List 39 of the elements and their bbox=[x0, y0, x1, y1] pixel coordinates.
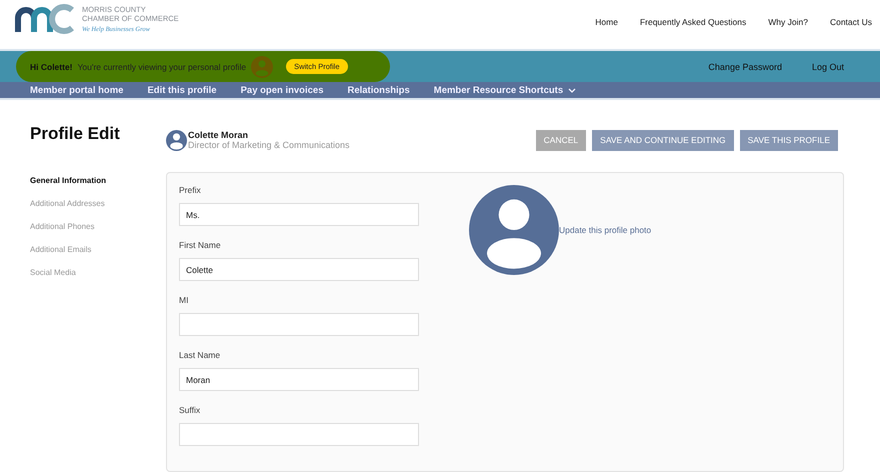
page-title: Profile Edit bbox=[30, 124, 121, 144]
main-nav-item[interactable]: Member Resource Shortcuts bbox=[434, 84, 576, 96]
account-link[interactable]: Log Out bbox=[812, 62, 844, 72]
profile-title: Director of Marketing & Communications bbox=[188, 140, 350, 150]
update-photo-link[interactable]: Update this profile photo bbox=[559, 225, 652, 235]
top-nav-link[interactable]: Frequently Asked Questions bbox=[640, 17, 746, 27]
account-link[interactable]: Change Password bbox=[708, 62, 782, 72]
top-nav-link[interactable]: Why Join? bbox=[768, 17, 808, 27]
main-nav-item[interactable]: Edit this profile bbox=[147, 84, 217, 96]
input-field[interactable]: Moran bbox=[179, 368, 419, 391]
field-label: Last Name bbox=[179, 350, 222, 360]
greeting-message: You're currently viewing your personal profile bbox=[78, 62, 246, 72]
input-field[interactable]: Colette bbox=[179, 258, 419, 281]
profile-photo-icon bbox=[469, 185, 559, 275]
side-nav-item[interactable]: Additional Emails bbox=[30, 245, 166, 254]
save-button[interactable]: SAVE THIS PROFILE bbox=[740, 130, 838, 150]
field-label: MI bbox=[179, 295, 190, 305]
side-nav-item[interactable]: Additional Phones bbox=[30, 222, 166, 231]
side-nav-item[interactable]: Additional Addresses bbox=[30, 199, 166, 208]
top-nav-link[interactable]: Home bbox=[595, 17, 618, 27]
side-nav-item[interactable]: Social Media bbox=[30, 268, 166, 277]
avatar-icon bbox=[166, 130, 187, 150]
logo-icon bbox=[14, 4, 76, 34]
chevron-down-icon bbox=[568, 88, 576, 93]
field-label: Prefix bbox=[179, 185, 202, 195]
profile-name: Colette Moran bbox=[188, 130, 250, 140]
input-field[interactable]: Ms. bbox=[179, 203, 419, 226]
input-field[interactable] bbox=[179, 313, 419, 336]
main-nav-item[interactable]: Member portal home bbox=[30, 84, 124, 96]
greeting-name: Hi Colette! bbox=[30, 62, 72, 72]
field-label: First Name bbox=[179, 240, 222, 250]
user-icon bbox=[251, 56, 274, 78]
save-button[interactable]: SAVE AND CONTINUE EDITING bbox=[592, 130, 734, 150]
top-nav-link[interactable]: Contact Us bbox=[830, 17, 872, 27]
field-label: Suffix bbox=[179, 405, 202, 415]
side-nav-item[interactable]: General Information bbox=[30, 176, 166, 185]
input-field[interactable] bbox=[179, 423, 419, 446]
main-nav-item[interactable]: Pay open invoices bbox=[240, 84, 324, 96]
main-nav-item[interactable]: Relationships bbox=[347, 84, 410, 96]
